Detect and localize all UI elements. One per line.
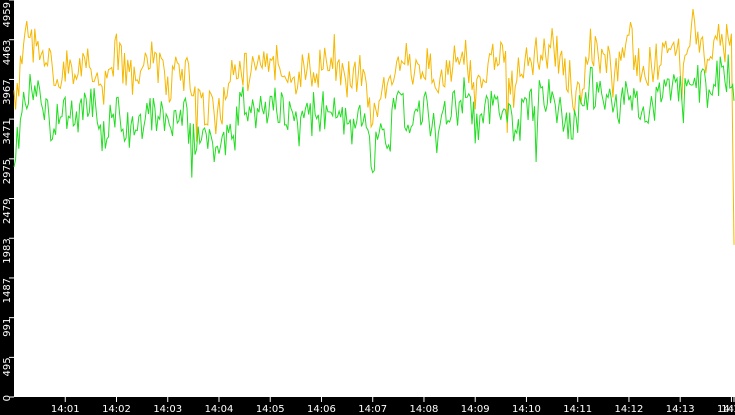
x-tick-label: 14:06: [307, 404, 336, 415]
x-tick-label: 14:13: [666, 404, 695, 415]
chart-panel: 0 495 991 1487 1983 2479 2975 3471 3967 4463 4959 …: [0, 0, 735, 415]
y-tick-label: 2479: [2, 199, 13, 224]
y-tick-label: 3471: [2, 119, 13, 144]
y-tick-label: 3967: [2, 79, 13, 104]
y-axis: 0 495 991 1487 1983 2479 2975 3471 3967 4463 4959: [2, 0, 14, 401]
y-tick-label: 4959: [2, 2, 13, 27]
y-tick-label: 2975: [2, 159, 13, 184]
x-tick-label: 14:11: [563, 404, 592, 415]
x-tick-label: 14:07: [358, 404, 387, 415]
y-tick-label: 1487: [2, 278, 13, 303]
x-tick-label: 14:03: [153, 404, 182, 415]
y-tick-label: 0: [2, 395, 13, 401]
x-tick-label: 14:04: [205, 404, 234, 415]
x-axis: 14:01 14:02 14:03 14:04 14:05 14:06 14:07 14:08…: [51, 397, 735, 415]
x-tick-label: 14:01: [51, 404, 80, 415]
x-tick-label: 14: [721, 404, 734, 415]
line-chart: 049599114871983247929753471396744634959 …: [2, 0, 735, 415]
x-tick-label: 14:10: [512, 404, 541, 415]
x-tick-label: 14:08: [410, 404, 439, 415]
x-tick-label: 14:02: [102, 404, 131, 415]
y-tick-label: 991: [2, 318, 13, 337]
x-tick-label: 14:05: [256, 404, 285, 415]
x-tick-label: 14:12: [615, 404, 644, 415]
y-tick-label: 4463: [2, 40, 13, 65]
x-tick-label: 14:09: [461, 404, 490, 415]
y-tick-label: 1983: [2, 238, 13, 263]
y-tick-label: 495: [2, 357, 13, 376]
